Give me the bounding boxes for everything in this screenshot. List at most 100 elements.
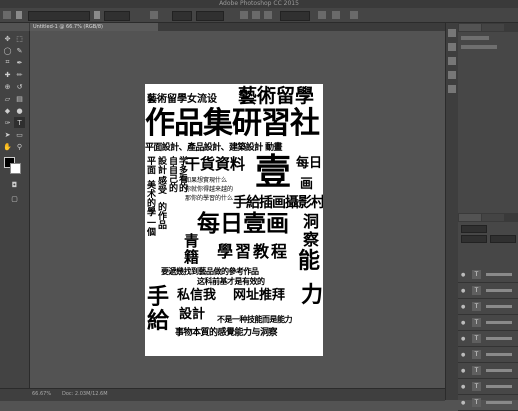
pen-tool-icon[interactable]: ✑	[2, 117, 13, 128]
visibility-eye-icon[interactable]: ●	[461, 352, 465, 358]
type-layer-icon: T	[472, 286, 481, 295]
layer-name	[486, 305, 512, 308]
type-tool-icon[interactable]: T	[14, 117, 25, 128]
tab-channels[interactable]	[482, 214, 504, 221]
align-right-icon[interactable]	[264, 11, 272, 19]
quick-select-tool-icon[interactable]: ✎	[14, 45, 25, 56]
poster-big-glyph: 壹	[255, 151, 292, 193]
visibility-eye-icon[interactable]: ●	[461, 304, 465, 310]
antialias-dropdown[interactable]	[280, 11, 310, 21]
character-panel-icon[interactable]	[332, 11, 340, 19]
poster-text: 籍	[184, 248, 200, 266]
visibility-eye-icon[interactable]: ●	[461, 320, 465, 326]
poster-text: 这科前基才是有效的	[197, 276, 265, 286]
layer-row[interactable]: ● T	[458, 315, 518, 331]
auto-select-dropdown[interactable]	[28, 11, 90, 21]
opacity-field[interactable]	[490, 235, 516, 243]
right-panels: ● T ● T ● T ● T ● T ● T ● T ● T ● T	[458, 23, 518, 411]
shape-tool-icon[interactable]: ▭	[14, 129, 25, 140]
screen-mode-icon[interactable]: ▢	[9, 193, 20, 204]
tab-layers[interactable]	[459, 214, 481, 221]
path-select-tool-icon[interactable]: ➤	[2, 129, 13, 140]
marquee-tool-icon[interactable]: ⬚	[14, 33, 25, 44]
visibility-eye-icon[interactable]: ●	[461, 272, 465, 278]
quick-mask-icon[interactable]: ◘	[9, 179, 20, 190]
tab-swatches[interactable]	[482, 24, 504, 31]
character-panel-icon[interactable]	[448, 71, 456, 79]
tab-color[interactable]	[459, 24, 481, 31]
layer-name	[486, 353, 512, 356]
blur-tool-icon[interactable]: ◆	[2, 105, 13, 116]
type-layer-icon: T	[472, 350, 481, 359]
eyedropper-tool-icon[interactable]: ✒	[14, 57, 25, 68]
align-icon[interactable]	[150, 11, 158, 19]
hand-tool-icon[interactable]: ✋	[2, 141, 13, 152]
transform-controls-checkbox[interactable]	[94, 11, 100, 19]
auto-select-checkbox[interactable]	[16, 11, 22, 19]
layer-row[interactable]: ● T	[458, 267, 518, 283]
clone-tool-icon[interactable]: ⊕	[2, 81, 13, 92]
history-panel-icon[interactable]	[448, 29, 456, 37]
3d-icon[interactable]	[350, 11, 358, 19]
transform-controls-field[interactable]	[104, 11, 130, 21]
poster-text: 一個	[145, 218, 155, 236]
poster-text: 不是一种技能而是能力	[217, 314, 293, 324]
poster-document[interactable]: 藝術留學女流设 藝術留學 作品集研習社 平面設計、產品設計、建築設計 動畫 平面…	[145, 84, 323, 356]
document-tab[interactable]: Untitled-1 @ 66.7% (RGB/8)	[30, 23, 158, 31]
history-brush-icon[interactable]: ↺	[14, 81, 25, 92]
crop-tool-icon[interactable]: ⌗	[2, 57, 13, 68]
layer-row[interactable]: ● T	[458, 331, 518, 347]
background-color-swatch[interactable]	[10, 163, 21, 174]
layer-row[interactable]: ● T	[458, 283, 518, 299]
layer-row[interactable]: ● T	[458, 347, 518, 363]
poster-text: 干貨資料	[185, 155, 246, 173]
poster-text: 要遞幾找到藝品做的參考作品	[161, 266, 259, 276]
blend-mode-dropdown[interactable]	[461, 235, 487, 243]
zoom-level[interactable]: 66.67%	[32, 391, 51, 397]
align-left-icon[interactable]	[240, 11, 248, 19]
layer-row[interactable]: ● T	[458, 363, 518, 379]
align-center-icon[interactable]	[252, 11, 260, 19]
visibility-eye-icon[interactable]: ●	[461, 336, 465, 342]
warp-text-icon[interactable]	[318, 11, 326, 19]
layer-row[interactable]: ● T	[458, 379, 518, 395]
poster-text: 私信我	[177, 288, 217, 303]
poster-small-text: 你就你得越来越的	[185, 186, 234, 193]
paragraph-panel-icon[interactable]	[448, 85, 456, 93]
type-layer-icon: T	[472, 398, 481, 407]
font-size-field[interactable]	[196, 11, 224, 21]
poster-small-text: 如果想實現什么	[185, 177, 228, 184]
brush-tool-icon[interactable]: ✏	[14, 69, 25, 80]
poster-text: 藝術留學女流设	[147, 94, 217, 105]
visibility-eye-icon[interactable]: ●	[461, 288, 465, 294]
layer-name	[486, 401, 512, 404]
poster-text: 画	[300, 177, 314, 192]
dodge-tool-icon[interactable]: ●	[14, 105, 25, 116]
poster-title: 作品集研習社	[145, 106, 320, 141]
visibility-eye-icon[interactable]: ●	[461, 400, 465, 406]
eraser-tool-icon[interactable]: ▱	[2, 93, 13, 104]
healing-tool-icon[interactable]: ✚	[2, 69, 13, 80]
window-title: Adobe Photoshop CC 2015	[219, 0, 299, 7]
layer-name	[486, 337, 512, 340]
visibility-eye-icon[interactable]: ●	[461, 384, 465, 390]
lasso-tool-icon[interactable]: ◯	[2, 45, 13, 56]
document-tab-bar: Untitled-1 @ 66.7% (RGB/8)	[29, 23, 445, 31]
move-tool-icon[interactable]: ✥	[2, 33, 13, 44]
visibility-eye-icon[interactable]: ●	[461, 368, 465, 374]
document-info: Doc: 2.03M/12.6M	[62, 391, 108, 397]
layer-filter-dropdown[interactable]	[461, 225, 487, 233]
zoom-tool-icon[interactable]: ⚲	[14, 141, 25, 152]
move-tool-icon[interactable]	[3, 11, 11, 19]
title-bar: Adobe Photoshop CC 2015	[0, 0, 518, 8]
gradient-tool-icon[interactable]: ▤	[14, 93, 25, 104]
layer-row[interactable]: ● T	[458, 395, 518, 411]
options-bar	[0, 8, 518, 23]
poster-text: 每日	[296, 156, 323, 171]
brush-panel-icon[interactable]	[448, 57, 456, 65]
distribute-dropdown[interactable]	[172, 11, 192, 21]
properties-panel-icon[interactable]	[448, 43, 456, 51]
layer-row[interactable]: ● T	[458, 299, 518, 315]
type-layer-icon: T	[472, 318, 481, 327]
poster-text: 美术的學	[145, 180, 155, 216]
